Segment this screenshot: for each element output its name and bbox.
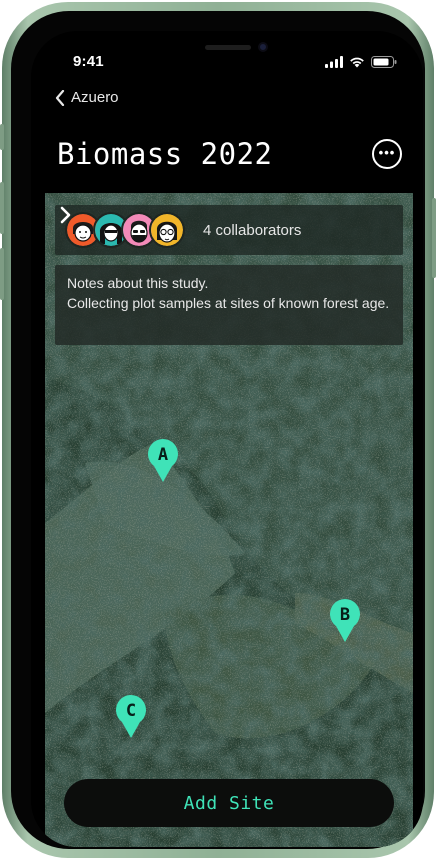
notch xyxy=(149,31,305,61)
notes-line: Notes about this study. xyxy=(67,275,209,291)
phone-frame: 9:41 Azuero Biomass 2022 ••• 4 collabora… xyxy=(0,2,436,858)
site-pin-c[interactable]: C xyxy=(115,695,147,739)
site-label: A xyxy=(157,445,169,465)
ellipsis-icon: ••• xyxy=(378,145,396,160)
study-notes: Notes about this study. Collecting plot … xyxy=(55,265,403,345)
battery-icon xyxy=(371,56,397,68)
site-pin-a[interactable]: A xyxy=(147,439,179,483)
status-icons xyxy=(325,55,397,69)
chevron-left-icon xyxy=(55,89,65,106)
bezel: 9:41 Azuero Biomass 2022 ••• 4 collabora… xyxy=(11,11,425,849)
site-label: C xyxy=(125,701,137,721)
more-options-button[interactable]: ••• xyxy=(372,139,402,169)
page-title: Biomass 2022 xyxy=(57,137,273,171)
collaborator-avatars xyxy=(65,212,195,248)
screen: 9:41 Azuero Biomass 2022 ••• 4 collabora… xyxy=(31,31,423,847)
power-button xyxy=(432,198,436,278)
satellite-map[interactable]: 4 collaborators Notes about this study. … xyxy=(45,193,413,847)
volume-down-button xyxy=(0,248,4,300)
chevron-right-icon xyxy=(60,206,71,224)
collaborators-row[interactable]: 4 collaborators xyxy=(55,205,403,255)
site-label: B xyxy=(339,605,351,625)
speaker xyxy=(205,45,251,50)
back-label: Azuero xyxy=(71,89,119,106)
back-button[interactable]: Azuero xyxy=(55,89,119,106)
front-camera xyxy=(258,42,268,52)
silent-switch xyxy=(0,124,4,150)
cellular-signal-icon xyxy=(325,56,343,68)
status-time: 9:41 xyxy=(73,53,104,70)
volume-up-button xyxy=(0,182,4,234)
site-pin-b[interactable]: B xyxy=(329,599,361,643)
notes-line: Collecting plot samples at sites of know… xyxy=(67,295,390,311)
avatar xyxy=(149,212,185,248)
collaborators-count: 4 collaborators xyxy=(203,221,302,239)
wifi-icon xyxy=(350,57,364,68)
add-site-button[interactable]: Add Site xyxy=(64,779,394,827)
